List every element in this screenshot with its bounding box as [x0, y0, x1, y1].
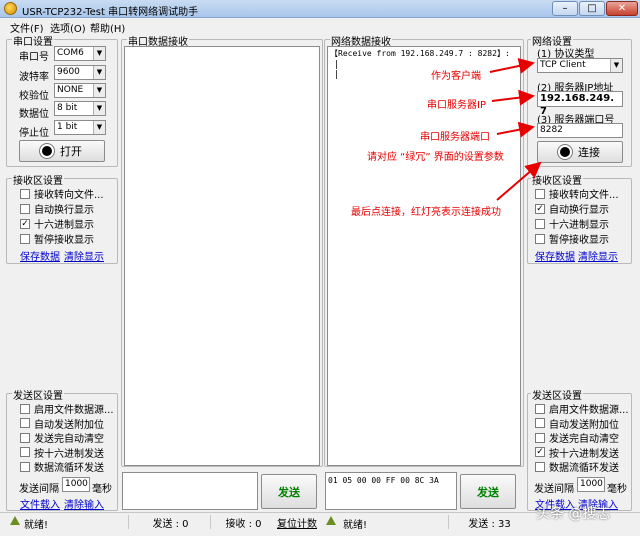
- annotation-connect: 最后点连接，红灯亮表示连接成功: [351, 207, 501, 218]
- status-icon: [326, 516, 336, 525]
- left-send-count: 发送 : 0: [128, 515, 208, 530]
- annotation-client: 作为客户端: [431, 71, 481, 82]
- right-send-count: 发送 : 33: [448, 515, 526, 530]
- annotation-arrows: [489, 58, 542, 201]
- status-icon: [10, 516, 20, 525]
- arrow-to-port: [496, 121, 535, 138]
- right-status-ready: 就绪!: [343, 520, 368, 531]
- annotation-server-port: 串口服务器端口: [420, 132, 490, 143]
- left-reset-count-button[interactable]: 复位计数: [277, 515, 317, 530]
- annotation-match-settings: 请对应 “绿冗” 界面的设置参数: [367, 152, 504, 163]
- arrow-to-connect: [496, 161, 542, 201]
- arrow-to-protocol: [489, 58, 535, 74]
- arrow-to-ip: [491, 89, 535, 106]
- watermark: 头条 @搜志: [536, 506, 611, 522]
- left-recv-count: 接收 : 0: [210, 515, 272, 530]
- left-status-ready: 就绪!: [24, 520, 49, 531]
- annotation-server-ip: 串口服务器IP: [427, 100, 486, 111]
